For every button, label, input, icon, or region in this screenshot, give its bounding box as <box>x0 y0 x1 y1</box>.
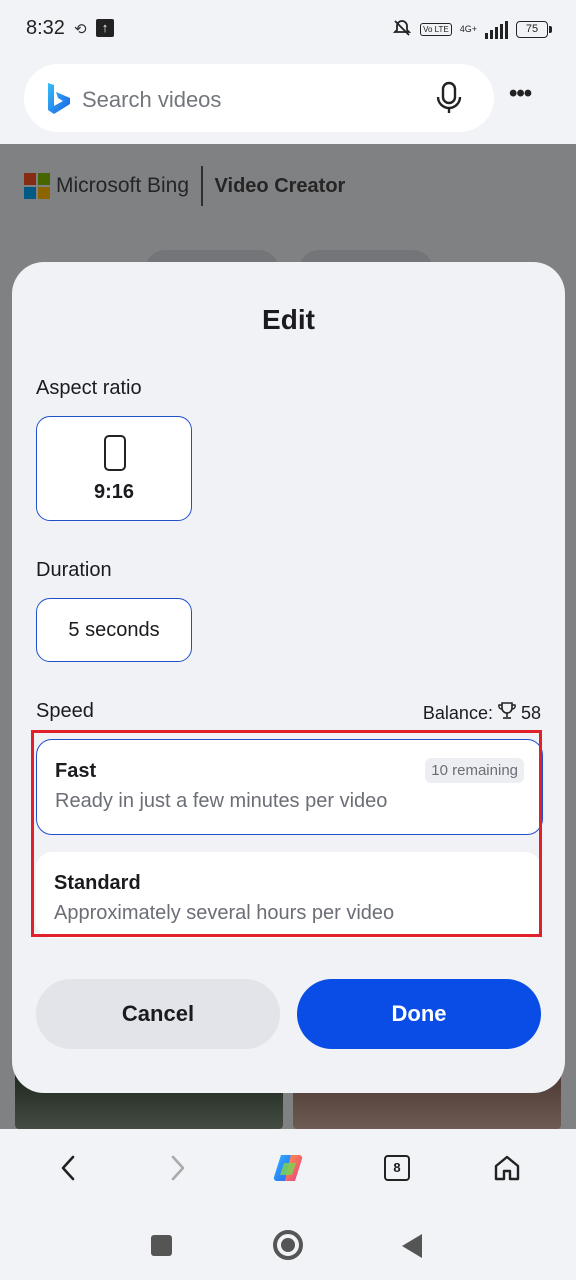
sync-icon: ⟲ <box>74 21 87 38</box>
battery-icon: 75 <box>516 21 552 38</box>
aspect-ratio-option[interactable]: 9:16 <box>36 416 192 521</box>
cancel-button[interactable]: Cancel <box>36 979 280 1049</box>
balance-value: 58 <box>520 703 541 723</box>
speed-option-title: Fast <box>55 760 97 782</box>
duration-option[interactable]: 5 seconds <box>36 598 192 662</box>
balance-label: Balance: <box>422 703 493 723</box>
status-bar: 8:32 ⟲ ↑ Vo LTE 4G+ 75 <box>0 0 576 58</box>
status-time: 8:32 <box>26 17 65 39</box>
done-button[interactable]: Done <box>297 979 541 1049</box>
search-input[interactable]: Search videos <box>82 87 221 113</box>
network-type: 4G+ <box>459 24 477 34</box>
recent-apps-icon[interactable] <box>151 1235 172 1256</box>
tab-count: 8 <box>384 1155 410 1181</box>
bing-logo-icon <box>46 82 72 121</box>
signal-icon <box>485 20 508 39</box>
edit-dialog: Edit Aspect ratio 9:16 Duration 5 second… <box>12 262 565 1093</box>
more-menu-icon[interactable]: ••• <box>509 82 532 106</box>
copilot-icon[interactable] <box>271 1151 305 1190</box>
balance: Balance: 58 <box>423 701 541 726</box>
speed-option-description: Approximately several hours per video <box>54 902 395 924</box>
portrait-phone-icon <box>104 435 126 471</box>
speed-label: Speed <box>36 700 94 722</box>
back-arrow-icon[interactable] <box>58 1151 78 1190</box>
browser-bottom-nav: 8 <box>0 1129 576 1215</box>
status-icons: Vo LTE 4G+ 75 <box>392 18 552 41</box>
system-nav-bar <box>0 1215 576 1280</box>
speed-option-description: Ready in just a few minutes per video <box>55 790 388 812</box>
microphone-icon[interactable] <box>434 81 464 120</box>
mute-icon <box>392 18 412 41</box>
aspect-ratio-label: Aspect ratio <box>36 377 142 399</box>
home-icon[interactable] <box>492 1153 522 1188</box>
search-bar[interactable]: Search videos <box>24 64 494 132</box>
trophy-icon <box>497 701 517 726</box>
system-home-icon[interactable] <box>273 1230 303 1260</box>
duration-label: Duration <box>36 559 112 581</box>
forward-arrow-icon[interactable] <box>168 1151 188 1190</box>
upload-icon: ↑ <box>96 19 114 37</box>
tabs-button[interactable]: 8 <box>384 1155 410 1181</box>
browser-toolbar: Search videos ••• <box>0 58 576 144</box>
aspect-ratio-value: 9:16 <box>93 481 135 503</box>
speed-option-fast[interactable]: Fast Ready in just a few minutes per vid… <box>36 739 543 835</box>
speed-option-title: Standard <box>54 872 141 894</box>
dialog-title: Edit <box>262 304 315 335</box>
system-back-icon[interactable] <box>402 1234 422 1258</box>
speed-option-standard[interactable]: Standard Approximately several hours per… <box>36 852 541 938</box>
remaining-badge: 10 remaining <box>425 758 524 783</box>
volte-icon: Vo LTE <box>420 23 452 36</box>
